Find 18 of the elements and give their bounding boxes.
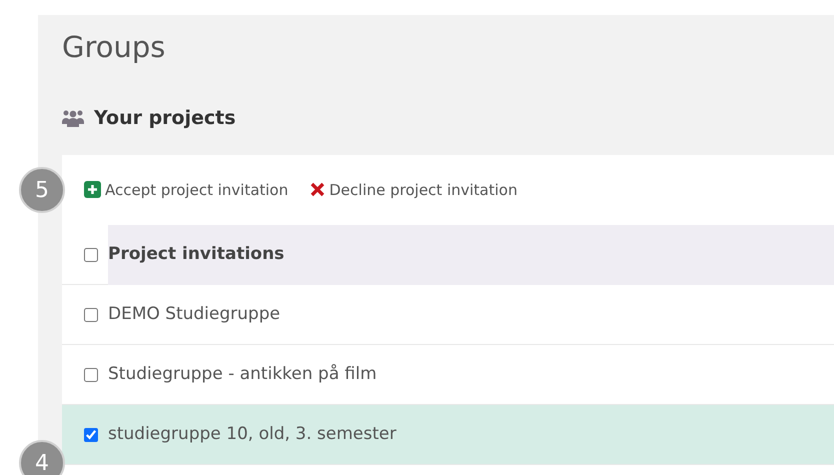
selected-row[interactable]: studiegruppe 10, old, 3. semester: [62, 405, 834, 465]
page-title: Groups: [62, 33, 166, 62]
project-name: studiegruppe 10, old, 3. semester: [108, 422, 396, 446]
step-number: 4: [19, 440, 65, 475]
step-number: 5: [19, 167, 65, 213]
decline-link[interactable]: Decline project invitation: [310, 178, 518, 201]
plus-icon: [84, 181, 101, 198]
row-checkbox[interactable]: [84, 308, 98, 322]
row-checkbox[interactable]: [84, 368, 98, 382]
project-name: Studiegruppe - antikken på film: [108, 362, 377, 386]
row-checkbox[interactable]: [84, 428, 98, 442]
accept-link[interactable]: Accept project invitation: [84, 178, 288, 201]
project-name: DEMO Studiegruppe: [108, 302, 280, 326]
section-heading: Your projects: [94, 106, 236, 131]
select-all-checkbox[interactable]: [84, 248, 98, 262]
header-text: Project invitations: [108, 242, 284, 266]
people-icon: [62, 109, 84, 128]
close-icon: [310, 182, 326, 198]
